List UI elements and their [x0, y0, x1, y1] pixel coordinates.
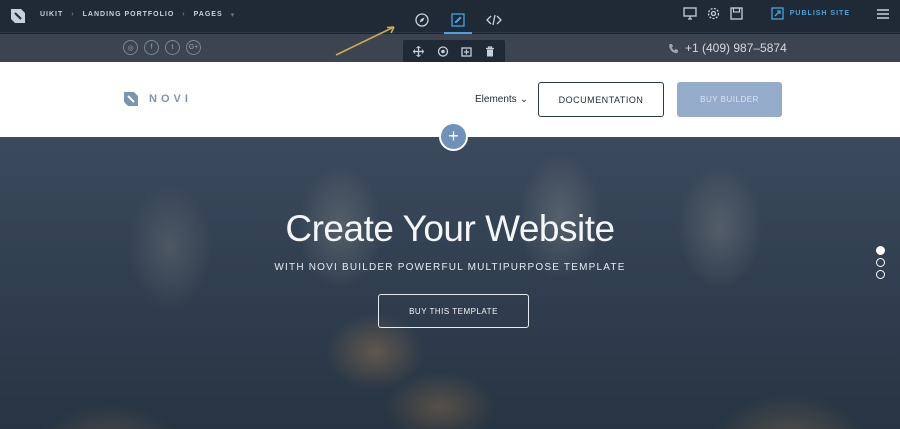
breadcrumb-item-uikit[interactable]: UIKIT [40, 11, 63, 19]
twitter-icon[interactable]: t [165, 40, 180, 55]
social-links: ◎ f t G+ [123, 40, 201, 55]
elements-menu[interactable]: Elements ⌄ [475, 94, 528, 105]
buy-builder-button[interactable]: BUY BUILDER [677, 82, 782, 117]
navigate-mode-button[interactable] [404, 6, 440, 33]
publish-site-label: PUBLISH SITE [789, 10, 850, 17]
annotation-arrow [335, 26, 395, 56]
monitor-icon[interactable] [683, 7, 697, 20]
trash-icon[interactable] [485, 46, 495, 57]
novi-logo-icon[interactable] [10, 8, 26, 24]
edit-icon [451, 12, 465, 27]
slide-pagination [876, 246, 885, 279]
hero-subtitle: WITH NOVI BUILDER POWERFUL MULTIPURPOSE … [274, 262, 626, 273]
duplicate-icon[interactable] [461, 46, 472, 57]
element-toolbar [403, 40, 505, 63]
menu-icon[interactable] [876, 8, 890, 20]
publish-site-button[interactable]: PUBLISH SITE [771, 7, 850, 20]
phone-number: +1 (409) 987–5874 [685, 41, 787, 55]
breadcrumb: UIKIT › LANDING PORTFOLIO › PAGES ▾ [40, 11, 235, 19]
buy-template-button[interactable]: BUY THIS TEMPLATE [378, 294, 529, 328]
chevron-down-icon: ⌄ [519, 94, 529, 105]
code-mode-button[interactable] [476, 6, 512, 33]
pagination-dot[interactable] [876, 270, 885, 279]
brand-name: NOVI [149, 93, 192, 105]
google-plus-icon[interactable]: G+ [186, 40, 201, 55]
instagram-icon[interactable]: ◎ [123, 40, 138, 55]
breadcrumb-separator: › [182, 11, 186, 18]
breadcrumb-item-pages[interactable]: PAGES [194, 11, 223, 19]
gear-icon[interactable] [707, 7, 720, 20]
eye-icon[interactable] [437, 46, 449, 57]
pagination-dot[interactable] [876, 246, 885, 255]
facebook-icon[interactable]: f [144, 40, 159, 55]
pagination-dot[interactable] [876, 258, 885, 267]
plus-icon: + [448, 126, 459, 146]
chevron-down-icon[interactable]: ▾ [231, 11, 236, 19]
compass-icon [415, 12, 429, 27]
breadcrumb-separator: › [71, 11, 75, 18]
add-section-button[interactable]: + [439, 122, 468, 151]
hero-section: Create Your Website WITH NOVI BUILDER PO… [0, 137, 900, 429]
breadcrumb-item-landing-portfolio[interactable]: LANDING PORTFOLIO [83, 11, 175, 19]
novi-brand-logo-icon [124, 92, 138, 106]
hero-title: Create Your Website [285, 208, 615, 249]
move-icon[interactable] [413, 46, 425, 57]
documentation-button[interactable]: DOCUMENTATION [538, 82, 664, 117]
toolbar-right: PUBLISH SITE [683, 7, 890, 20]
code-icon [486, 14, 502, 25]
elements-menu-label: Elements [475, 94, 517, 105]
edit-mode-button[interactable] [440, 6, 476, 34]
phone-contact[interactable]: +1 (409) 987–5874 [668, 41, 787, 55]
brand[interactable]: NOVI [123, 91, 192, 107]
mode-switcher [404, 6, 512, 34]
save-icon[interactable] [730, 7, 743, 20]
editor-toolbar: UIKIT › LANDING PORTFOLIO › PAGES ▾ PUBL… [0, 0, 900, 34]
phone-icon [669, 43, 678, 53]
publish-icon [771, 7, 784, 20]
